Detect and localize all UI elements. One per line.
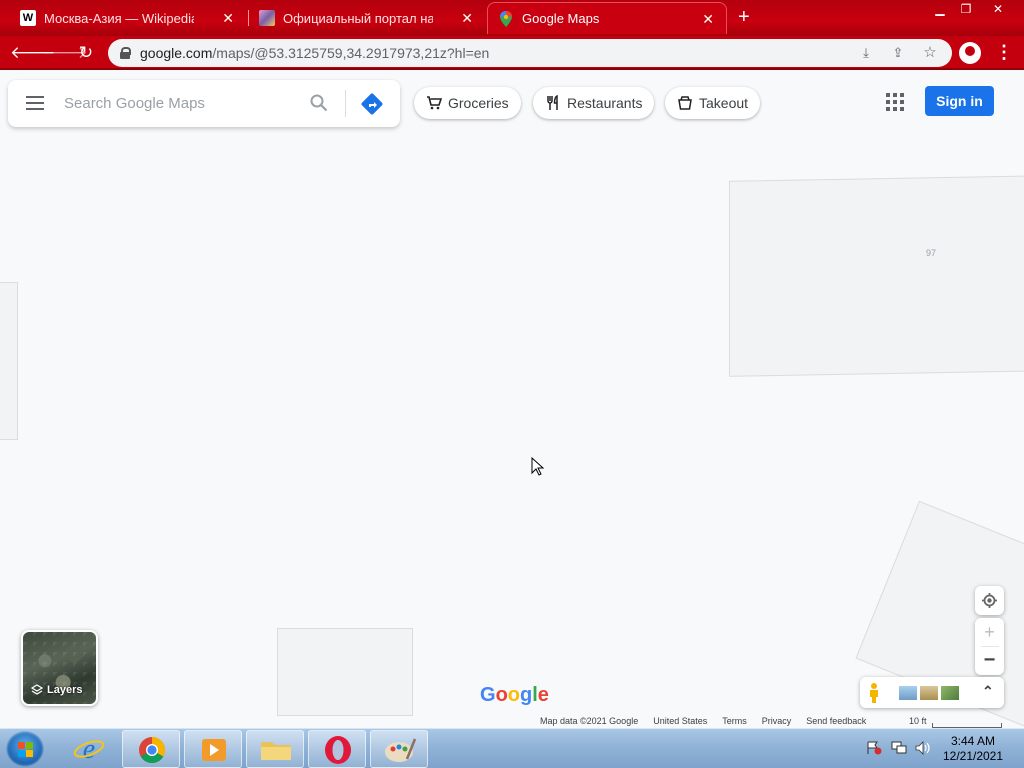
reload-icon[interactable]: ↻	[74, 42, 98, 64]
logo-letter: o	[495, 684, 508, 706]
profile-avatar-icon[interactable]	[959, 42, 981, 64]
forward-icon[interactable]: 🡒	[42, 42, 88, 64]
wikipedia-icon: W	[20, 10, 36, 26]
scale-label[interactable]: 10 ft	[909, 716, 927, 726]
close-tab-icon[interactable]: ✕	[702, 11, 714, 28]
svg-text:e: e	[83, 734, 95, 765]
chrome-icon[interactable]	[122, 730, 180, 768]
close-tab-icon[interactable]: ✕	[222, 10, 234, 27]
tab-google-maps[interactable]: Google Maps ✕	[487, 2, 727, 34]
windows-taskbar: e 3:44 AM 12/21/2021	[0, 728, 1024, 768]
logo-letter: g	[520, 684, 533, 706]
tab-title: Официальный портал на Y	[283, 10, 433, 26]
back-icon[interactable]: 🡐	[10, 42, 56, 64]
zoom-control: + −	[975, 618, 1004, 675]
street-view-bar: ⌃	[860, 677, 1004, 708]
cart-icon	[427, 96, 442, 110]
chip-label: Takeout	[699, 95, 749, 111]
search-box	[8, 80, 400, 127]
chip-takeout[interactable]: Takeout	[665, 87, 761, 119]
bookmark-star-icon[interactable]: ☆	[922, 45, 938, 61]
my-location-button[interactable]	[975, 586, 1004, 615]
chip-restaurants[interactable]: Restaurants	[533, 87, 655, 119]
close-window-icon[interactable]: ✕	[984, 0, 1012, 20]
tab-title: Москва-Азия — Wikipedia	[44, 10, 194, 26]
paint-icon[interactable]	[370, 730, 428, 768]
sign-in-button[interactable]: Sign in	[925, 86, 994, 116]
url-path: /maps/@53.3125759,34.2917973,21z?hl=en	[212, 45, 490, 61]
send-feedback-link[interactable]: Send feedback	[806, 716, 866, 726]
new-tab-icon[interactable]: +	[738, 6, 750, 29]
restore-icon[interactable]: ❐	[952, 0, 980, 20]
tab-wikipedia[interactable]: W Москва-Азия — Wikipedia ✕	[10, 2, 246, 34]
search-icon[interactable]	[310, 94, 328, 112]
expand-chevron-icon[interactable]: ⌃	[982, 683, 994, 700]
privacy-link[interactable]: Privacy	[762, 716, 792, 726]
action-center-flag-icon[interactable]	[866, 741, 882, 755]
map-canvas[interactable]: 97 Groceries Restaurants Takeou	[0, 72, 1024, 728]
browser-menu-icon[interactable]: ⋮	[995, 42, 1013, 63]
minimize-icon[interactable]: ▁	[926, 0, 954, 20]
building-footprint	[0, 282, 18, 440]
region-link[interactable]: United States	[653, 716, 707, 726]
my-location-icon	[982, 593, 997, 608]
portal-icon	[259, 10, 275, 26]
map-data-credit: Map data ©2021 Google	[540, 716, 639, 726]
google-maps-pin-icon	[498, 10, 514, 27]
chip-label: Groceries	[448, 95, 509, 111]
logo-letter: o	[507, 684, 520, 706]
layers-label: Layers	[47, 684, 83, 696]
browser-tabstrip: W Москва-Азия — Wikipedia ✕ Официальный …	[0, 0, 1024, 36]
restaurant-icon	[547, 95, 558, 110]
browser-toolbar: 🡐 🡒 ↻ google.com/maps/@53.3125759,34.291…	[0, 36, 1024, 70]
map-attribution: Map data ©2021 Google United States Term…	[540, 716, 866, 726]
internet-explorer-icon[interactable]: e	[60, 730, 118, 768]
search-input[interactable]	[64, 92, 294, 114]
menu-hamburger-icon[interactable]	[26, 96, 44, 110]
layers-icon	[31, 684, 43, 695]
media-player-icon[interactable]	[184, 730, 242, 768]
building-footprint	[729, 175, 1024, 377]
directions-icon[interactable]	[360, 92, 384, 116]
share-icon[interactable]: ⇪	[890, 45, 906, 61]
pegman-icon[interactable]	[868, 682, 880, 704]
system-clock[interactable]: 3:44 AM 12/21/2021	[940, 734, 1006, 764]
takeout-icon	[678, 96, 692, 110]
chip-label: Restaurants	[567, 95, 643, 111]
terms-link[interactable]: Terms	[722, 716, 747, 726]
mouse-cursor-icon	[531, 457, 545, 476]
layers-label-wrap: Layers	[31, 684, 82, 696]
address-bar[interactable]: google.com/maps/@53.3125759,34.2917973,2…	[108, 39, 952, 67]
logo-letter: G	[480, 684, 496, 706]
network-icon[interactable]	[891, 741, 907, 755]
close-tab-icon[interactable]: ✕	[461, 10, 473, 27]
search-divider	[345, 90, 346, 117]
zoom-in-icon[interactable]: +	[975, 618, 1004, 646]
volume-icon[interactable]	[915, 741, 931, 755]
install-icon[interactable]: ⤓	[858, 45, 874, 61]
chip-groceries[interactable]: Groceries	[414, 87, 521, 119]
file-explorer-icon[interactable]	[246, 730, 304, 768]
google-apps-icon[interactable]	[886, 93, 904, 111]
tab-title: Google Maps	[522, 11, 600, 26]
building-footprint	[277, 628, 413, 716]
layers-button[interactable]: Layers	[21, 630, 98, 706]
building-number: 97	[926, 248, 937, 258]
logo-letter: e	[537, 684, 549, 706]
imagery-thumb-sky-icon[interactable]	[899, 686, 917, 700]
url-host: google.com	[140, 45, 213, 61]
clock-date: 12/21/2021	[942, 749, 1004, 763]
clock-time: 3:44 AM	[950, 734, 996, 748]
google-logo: Google	[480, 684, 549, 707]
imagery-thumb-field-icon[interactable]	[920, 686, 938, 700]
zoom-out-icon[interactable]: −	[975, 647, 1004, 675]
start-button-icon[interactable]	[6, 731, 44, 767]
opera-icon[interactable]	[308, 730, 366, 768]
tab-portal[interactable]: Официальный портал на Y ✕	[249, 2, 485, 34]
url-text: google.com/maps/@53.3125759,34.2917973,2…	[140, 45, 489, 61]
lock-icon	[120, 47, 131, 59]
imagery-thumb-green-icon[interactable]	[941, 686, 959, 700]
